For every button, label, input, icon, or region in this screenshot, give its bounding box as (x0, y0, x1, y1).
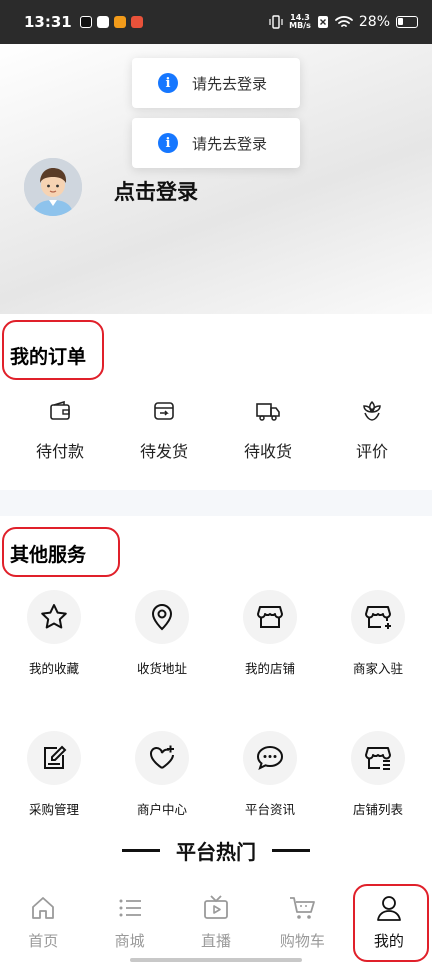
toast-text: 请先去登录 (192, 74, 268, 93)
order-pending-receipt[interactable]: 待收货 (216, 398, 320, 462)
order-review[interactable]: 评价 (320, 398, 424, 462)
tab-home[interactable]: 首页 (0, 880, 86, 964)
login-toast: i 请先去登录 (132, 118, 300, 168)
wallet-icon (50, 400, 70, 420)
tab-label: 首页 (28, 932, 59, 950)
title-line (272, 849, 310, 852)
location-icon (151, 604, 173, 631)
service-label: 店铺列表 (352, 802, 403, 817)
services-grid: 我的收藏 收货地址 我的店铺 商家入驻 采购管理 商户中心 平台资讯 店铺列表 (0, 590, 432, 818)
order-label: 待付款 (35, 442, 84, 461)
service-address[interactable]: 收货地址 (108, 590, 216, 677)
order-pending-shipment[interactable]: 待发货 (112, 398, 216, 462)
hot-section-title: 平台热门 (0, 836, 432, 865)
service-procurement[interactable]: 采购管理 (0, 731, 108, 818)
service-my-store[interactable]: 我的店铺 (216, 590, 324, 677)
flower-icon (363, 400, 381, 421)
no-sim-icon (317, 16, 328, 28)
service-icon-bg (135, 731, 189, 785)
order-label: 待收货 (243, 442, 292, 461)
tv-play-icon (204, 895, 228, 919)
net-speed-unit: MB/s (289, 21, 311, 30)
store-list-icon (365, 747, 391, 770)
service-label: 平台资讯 (244, 802, 295, 817)
highlight-circle (2, 320, 104, 380)
service-icon-bg (243, 590, 297, 644)
service-merchant-join[interactable]: 商家入驻 (324, 590, 432, 677)
star-icon (41, 604, 67, 629)
info-icon: i (158, 73, 178, 93)
battery-icon (396, 16, 418, 28)
ship-box-icon (154, 402, 174, 420)
service-icon-bg (243, 731, 297, 785)
list-icon (119, 899, 141, 917)
orders-row: 待付款 待发货 待收货 评价 (8, 398, 424, 462)
info-icon: i (158, 133, 178, 153)
service-store-list[interactable]: 店铺列表 (324, 731, 432, 818)
service-label: 采购管理 (28, 802, 79, 817)
battery-percent: 28% (358, 14, 390, 30)
order-pending-payment[interactable]: 待付款 (8, 398, 112, 462)
service-label: 商户中心 (136, 802, 187, 817)
store-icon (257, 606, 283, 628)
service-label: 商家入驻 (352, 661, 403, 676)
app-orange-icon (113, 16, 126, 28)
tab-label: 直播 (201, 932, 232, 950)
title-line (122, 849, 160, 852)
tab-cart[interactable]: 购物车 (259, 880, 345, 964)
home-icon (32, 897, 55, 919)
avatar[interactable] (24, 158, 82, 216)
tab-label: 购物车 (279, 932, 325, 950)
wifi-icon (334, 16, 353, 27)
toast-text: 请先去登录 (192, 134, 268, 153)
app-red-icon (130, 16, 143, 28)
service-icon-bg (351, 590, 405, 644)
tiktok-icon (79, 16, 92, 28)
login-prompt[interactable]: 点击登录 (114, 176, 198, 206)
tab-label: 商城 (114, 932, 145, 950)
status-app-icons (79, 16, 143, 28)
order-label: 评价 (355, 442, 388, 461)
status-right: 14.3 MB/s 28% (269, 14, 418, 30)
service-icon-bg (27, 731, 81, 785)
service-icon-bg (27, 590, 81, 644)
highlight-circle (2, 527, 120, 577)
status-bar: 13:31 14.3 MB/s 28% (0, 0, 432, 44)
truck-icon (256, 403, 280, 421)
tab-mall[interactable]: 商城 (86, 880, 172, 964)
service-icon-bg (135, 590, 189, 644)
cart-icon (290, 897, 316, 919)
tab-live[interactable]: 直播 (173, 880, 259, 964)
vibrate-icon (269, 15, 283, 29)
service-label: 我的店铺 (244, 661, 295, 676)
service-news[interactable]: 平台资讯 (216, 731, 324, 818)
order-label: 待发货 (139, 442, 188, 461)
weibo-icon (96, 16, 109, 28)
avatar-icon (24, 158, 82, 216)
net-speed: 14.3 MB/s (289, 14, 311, 30)
status-time: 13:31 (24, 13, 72, 31)
service-label: 我的收藏 (28, 661, 79, 676)
home-indicator[interactable] (130, 958, 302, 962)
hot-title-text: 平台热门 (176, 840, 256, 864)
service-label: 收货地址 (136, 661, 187, 676)
highlight-circle (353, 884, 429, 962)
service-favorites[interactable]: 我的收藏 (0, 590, 108, 677)
edit-doc-icon (44, 745, 67, 769)
heart-plus-icon (150, 745, 174, 769)
section-divider (0, 490, 432, 516)
store-add-icon (365, 606, 391, 629)
service-icon-bg (351, 731, 405, 785)
service-merchant-center[interactable]: 商户中心 (108, 731, 216, 818)
chat-bubble-icon (256, 745, 284, 770)
login-toast: i 请先去登录 (132, 58, 300, 108)
